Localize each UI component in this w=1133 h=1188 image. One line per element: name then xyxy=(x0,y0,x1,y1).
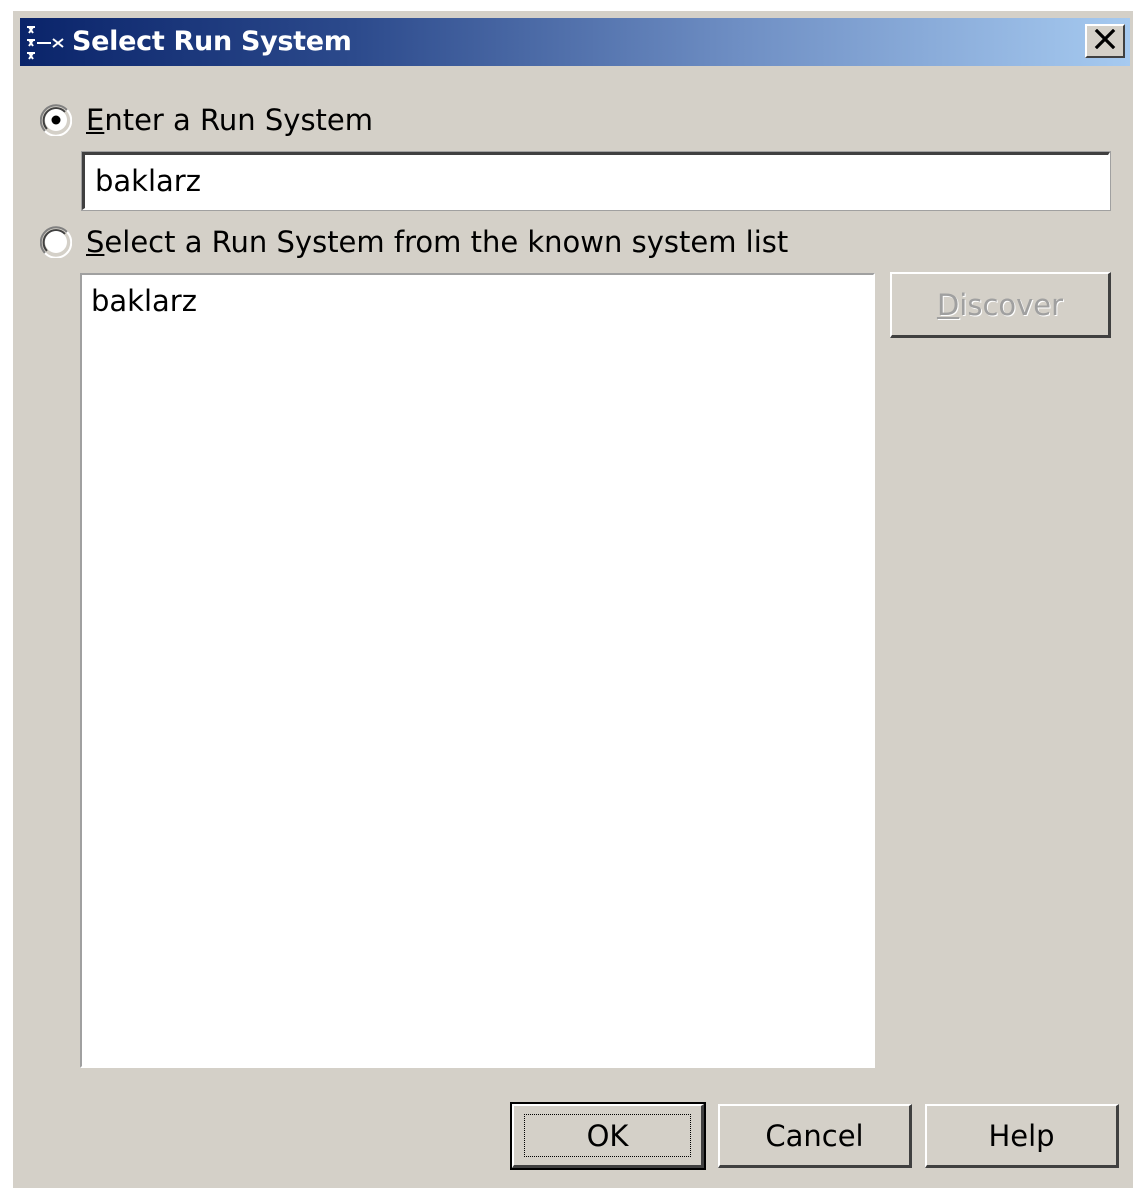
help-button[interactable]: Help xyxy=(925,1104,1119,1168)
close-icon xyxy=(1094,28,1116,53)
title-bar[interactable]: Select Run System xyxy=(20,18,1130,66)
enter-run-system-radio[interactable] xyxy=(39,104,73,137)
app-icon xyxy=(23,24,67,60)
cancel-button[interactable]: Cancel xyxy=(718,1104,912,1168)
ok-button-label: OK xyxy=(586,1118,629,1153)
radio-selected-dot xyxy=(51,115,61,125)
ok-button[interactable]: OK xyxy=(510,1102,706,1170)
discover-button[interactable]: Discover xyxy=(890,272,1111,338)
select-from-list-label[interactable]: Select a Run System from the known syste… xyxy=(86,224,788,260)
run-system-input[interactable]: baklarz xyxy=(81,151,1111,211)
enter-run-system-label[interactable]: Enter a Run System xyxy=(86,102,373,138)
select-from-list-radio[interactable] xyxy=(39,226,73,259)
known-systems-list[interactable]: baklarz xyxy=(80,273,875,1068)
window-title: Select Run System xyxy=(72,26,352,57)
list-item[interactable]: baklarz xyxy=(91,283,197,319)
close-button[interactable] xyxy=(1085,24,1125,58)
